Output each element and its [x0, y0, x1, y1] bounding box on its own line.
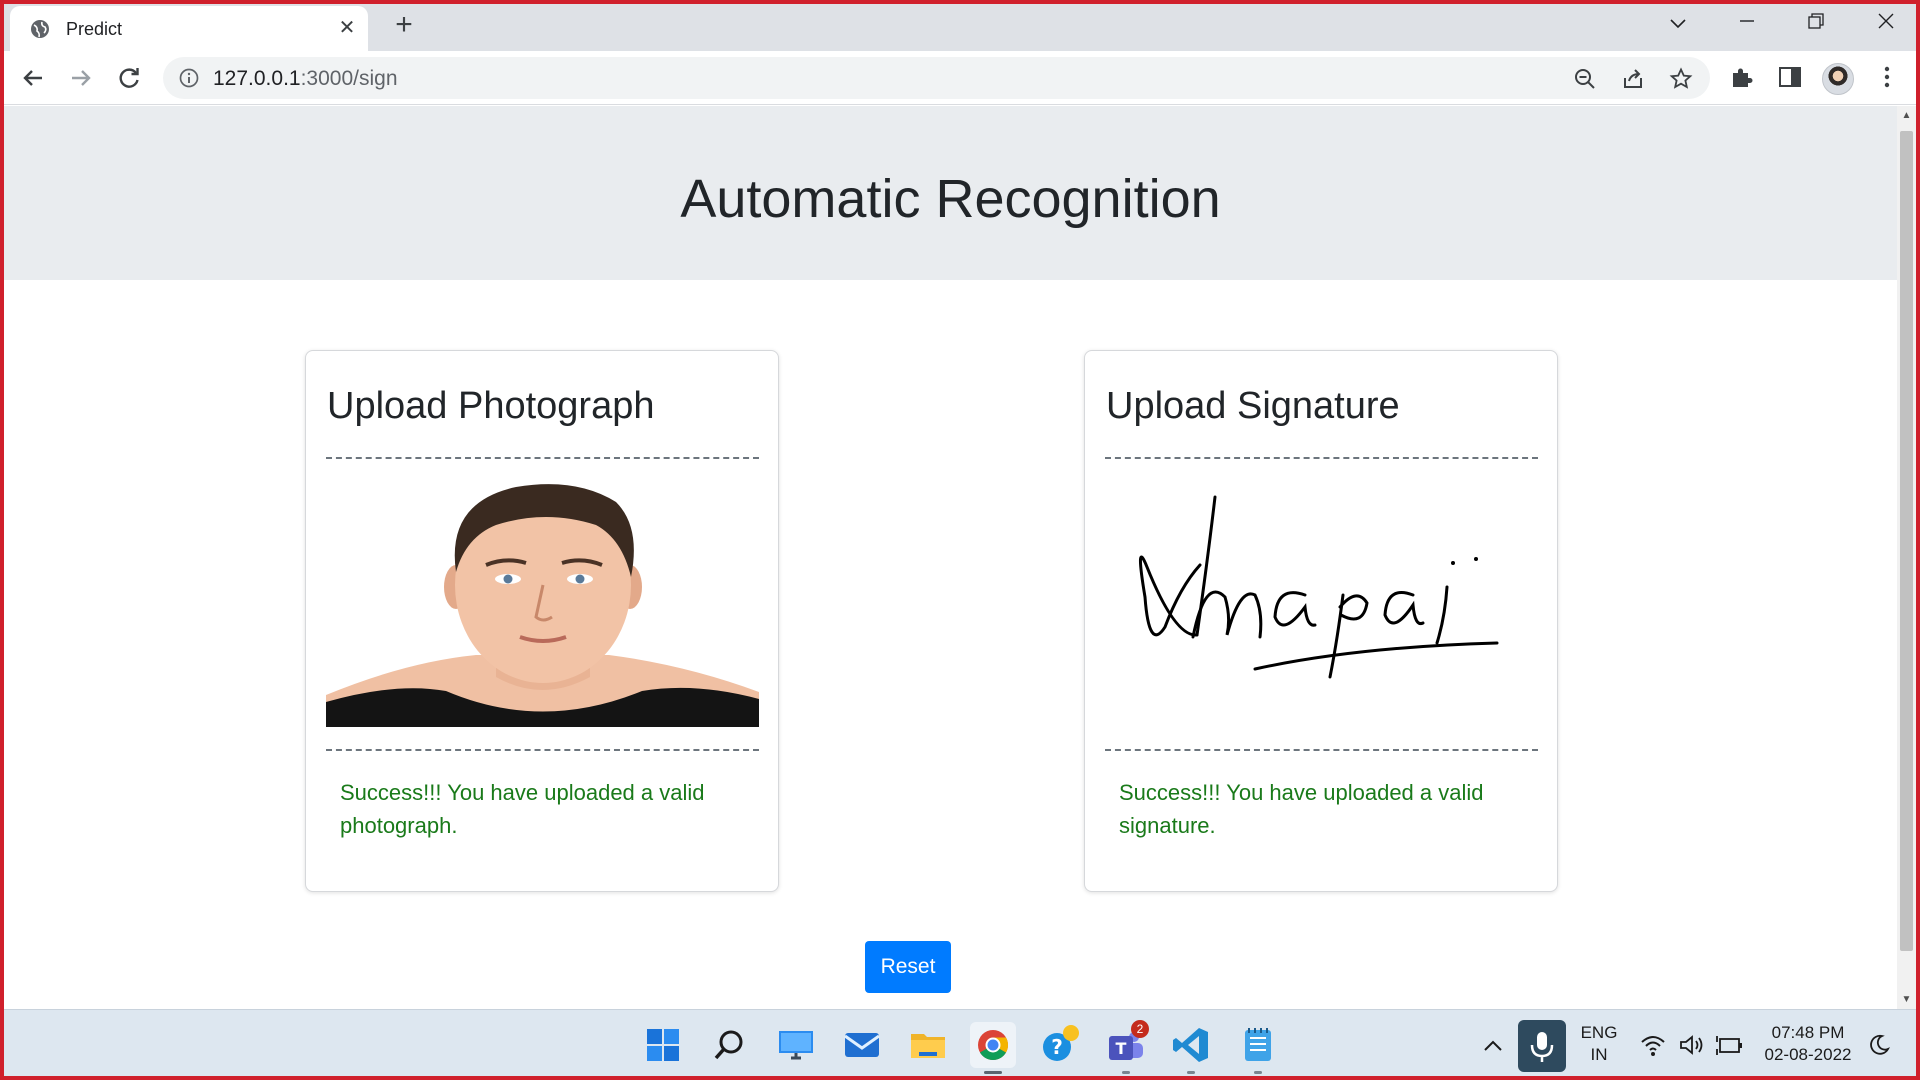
- new-tab-icon[interactable]: +: [388, 10, 420, 42]
- svg-text:?: ?: [1051, 1035, 1063, 1059]
- browser-toolbar: 127.0.0.1:3000/sign: [0, 51, 1920, 105]
- uploaded-signature: [1105, 477, 1538, 727]
- minimize-icon[interactable]: [1727, 8, 1767, 38]
- tab-strip: Predict ✕ +: [0, 0, 1920, 51]
- divider: [1105, 749, 1538, 751]
- windows-start-icon[interactable]: [640, 1022, 686, 1068]
- back-icon[interactable]: [18, 63, 48, 93]
- side-panel-icon[interactable]: [1777, 64, 1803, 90]
- page-content: Automatic Recognition Upload Photograph: [4, 106, 1897, 1009]
- notifications-moon-icon[interactable]: [1868, 1034, 1890, 1056]
- divider: [326, 457, 759, 459]
- battery-icon[interactable]: [1716, 1033, 1744, 1057]
- reset-button[interactable]: Reset: [865, 941, 951, 993]
- signature-card: Upload Signature Success!!! You have upl: [1084, 350, 1558, 892]
- signature-card-title: Upload Signature: [1106, 385, 1400, 427]
- wifi-icon[interactable]: [1640, 1033, 1666, 1057]
- search-icon[interactable]: [707, 1022, 753, 1068]
- divider: [1105, 457, 1538, 459]
- address-bar[interactable]: 127.0.0.1:3000/sign: [163, 57, 1710, 99]
- teams-icon[interactable]: T 2: [1103, 1020, 1149, 1074]
- notepad-icon[interactable]: [1235, 1022, 1281, 1074]
- forward-icon[interactable]: [66, 63, 96, 93]
- scroll-up-icon[interactable]: ▲: [1901, 110, 1912, 121]
- page-title: Automatic Recognition: [680, 169, 1221, 229]
- language-indicator[interactable]: ENG IN: [1574, 1022, 1624, 1066]
- mail-icon[interactable]: [839, 1022, 885, 1068]
- vscode-icon[interactable]: [1168, 1022, 1214, 1074]
- close-tab-icon[interactable]: ✕: [336, 17, 358, 39]
- clock[interactable]: 07:48 PM 02-08-2022: [1758, 1022, 1858, 1066]
- photo-success-message: Success!!! You have uploaded a valid pho…: [340, 780, 705, 838]
- extensions-icon[interactable]: [1729, 64, 1755, 90]
- scroll-thumb[interactable]: [1900, 131, 1913, 951]
- uploaded-photo: [326, 477, 759, 727]
- restore-icon[interactable]: [1796, 8, 1836, 38]
- zoom-out-icon[interactable]: [1573, 67, 1597, 91]
- photo-card: Upload Photograph Success!!! You have up…: [305, 350, 779, 892]
- tips-icon[interactable]: ?: [1037, 1022, 1083, 1068]
- chevron-up-icon[interactable]: [1482, 1035, 1504, 1057]
- page-scrollbar[interactable]: ▲ ▼: [1897, 106, 1916, 1009]
- info-icon[interactable]: [179, 68, 199, 88]
- file-explorer-icon[interactable]: [905, 1022, 951, 1068]
- desktop-icon[interactable]: [773, 1022, 819, 1068]
- divider: [326, 749, 759, 751]
- photo-card-title: Upload Photograph: [327, 385, 655, 427]
- globe-icon: [31, 20, 49, 38]
- url-text[interactable]: 127.0.0.1:3000/sign: [213, 67, 398, 91]
- tab-title: Predict: [66, 19, 123, 39]
- close-window-icon[interactable]: [1866, 8, 1906, 38]
- tab-search-icon[interactable]: [1658, 8, 1698, 38]
- chrome-icon[interactable]: [970, 1022, 1016, 1074]
- svg-text:T: T: [1116, 1039, 1127, 1058]
- volume-icon[interactable]: [1678, 1033, 1706, 1057]
- microphone-icon[interactable]: [1518, 1020, 1566, 1072]
- signature-success-message: Success!!! You have uploaded a valid sig…: [1119, 780, 1484, 838]
- taskbar: ? T 2 ENG IN 07:48 PM 02-08-2022: [0, 1009, 1920, 1080]
- browser-tab[interactable]: Predict ✕: [10, 6, 368, 51]
- teams-notification-badge: 2: [1131, 1020, 1149, 1038]
- header-banner: Automatic Recognition: [4, 106, 1897, 280]
- share-icon[interactable]: [1621, 67, 1645, 91]
- profile-avatar[interactable]: [1822, 63, 1854, 95]
- menu-kebab-icon[interactable]: [1874, 64, 1900, 90]
- bookmark-star-icon[interactable]: [1669, 67, 1693, 91]
- reload-icon[interactable]: [114, 63, 144, 93]
- scroll-down-icon[interactable]: ▼: [1901, 994, 1912, 1005]
